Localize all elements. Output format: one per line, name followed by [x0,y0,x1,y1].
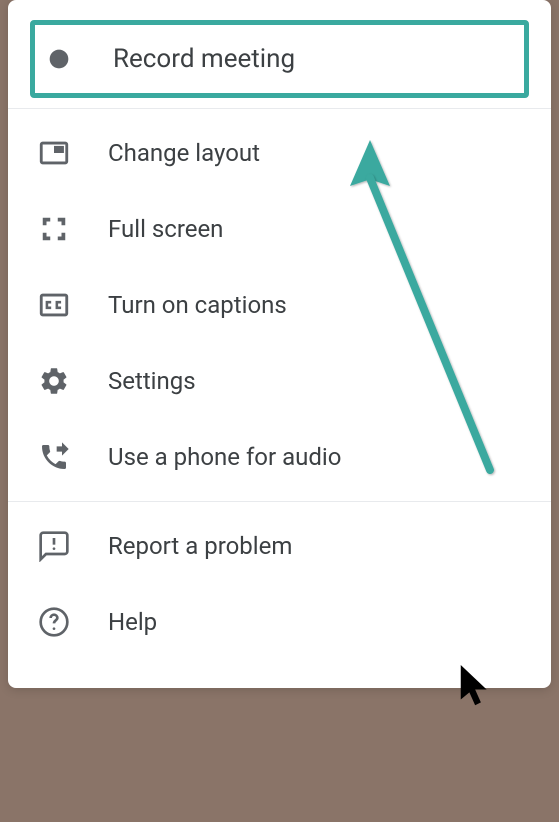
menu-item-help[interactable]: Help [8,584,551,660]
layout-icon [36,135,72,171]
menu-item-label: Settings [108,367,196,395]
phone-forward-icon [36,439,72,475]
menu-item-report-problem[interactable]: Report a problem [8,508,551,584]
menu-panel: Record meeting Change layout Full screen… [8,0,551,688]
menu-item-label: Change layout [108,139,260,167]
record-icon [41,41,77,77]
gear-icon [36,363,72,399]
menu-item-label: Record meeting [113,44,295,74]
help-icon [36,604,72,640]
divider [8,108,551,109]
menu-item-label: Help [108,608,157,636]
divider [8,501,551,502]
menu-item-label: Use a phone for audio [108,443,341,471]
menu-item-label: Turn on captions [108,291,287,319]
menu-item-phone-audio[interactable]: Use a phone for audio [8,419,551,495]
menu-item-captions[interactable]: Turn on captions [8,267,551,343]
captions-icon [36,287,72,323]
menu-item-settings[interactable]: Settings [8,343,551,419]
menu-item-record-meeting[interactable]: Record meeting [30,20,529,98]
menu-item-label: Full screen [108,215,223,243]
menu-item-label: Report a problem [108,532,292,560]
fullscreen-icon [36,211,72,247]
menu-item-full-screen[interactable]: Full screen [8,191,551,267]
menu-item-change-layout[interactable]: Change layout [8,115,551,191]
feedback-icon [36,528,72,564]
